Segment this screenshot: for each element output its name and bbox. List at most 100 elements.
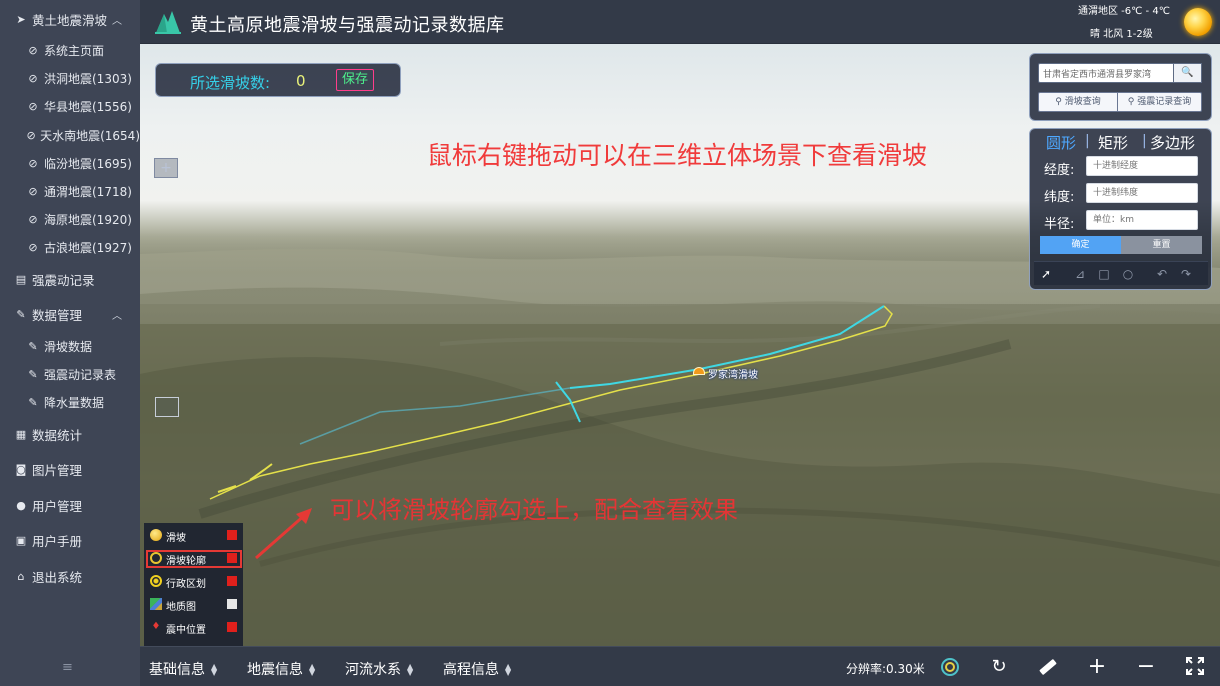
sidebar-item-users[interactable]: ● 用户管理 bbox=[0, 493, 140, 517]
sidebar-item-label: 退出系统 bbox=[32, 569, 83, 585]
weather-wind: 晴 北风 1-2级 bbox=[1090, 29, 1153, 40]
menu-toggle-icon[interactable]: ≡ bbox=[62, 660, 73, 675]
quake-record-query-button[interactable]: ⚲ 强震记录查询 bbox=[1118, 92, 1202, 112]
layer-checkbox[interactable] bbox=[227, 576, 237, 586]
longitude-input[interactable] bbox=[1086, 156, 1198, 176]
sidebar-item-tianshuinan[interactable]: ⊘ 天水南地震(1654) bbox=[0, 123, 140, 147]
radius-label: 半径: bbox=[1044, 217, 1075, 232]
sidebar-item-strong-motion-table[interactable]: ✎ 强震动记录表 bbox=[0, 362, 140, 386]
sidebar-item-label: 数据统计 bbox=[32, 427, 83, 443]
sidebar-item-label: 滑坡数据 bbox=[44, 339, 93, 354]
compass-icon: ⊘ bbox=[26, 128, 36, 142]
compass-icon: ⊘ bbox=[28, 99, 38, 113]
app-root: ➤ 黄土地震滑坡 ︿ ⊘ 系统主页面 ⊘ 洪洞地震(1303) ⊘ 华县地震(1… bbox=[0, 0, 1220, 686]
sidebar-item-logout[interactable]: ⌂ 退出系统 bbox=[0, 564, 140, 588]
sidebar-item-label: 系统主页面 bbox=[44, 43, 105, 58]
sidebar-item-label: 用户管理 bbox=[32, 498, 83, 514]
selected-count-panel: 所选滑坡数: 0 保存 bbox=[155, 63, 401, 97]
tab-circle[interactable]: 圆形 bbox=[1046, 132, 1076, 153]
draw-rectangle-icon[interactable]: □ bbox=[1096, 266, 1112, 282]
longitude-label: 经度: bbox=[1044, 163, 1075, 178]
compass-reset-icon[interactable] bbox=[939, 656, 961, 678]
radius-input[interactable] bbox=[1086, 210, 1198, 230]
home-icon: ⌂ bbox=[17, 569, 25, 583]
sidebar-item-label: 天水南地震(1654) bbox=[40, 128, 140, 143]
sidebar-item-label: 古浪地震(1927) bbox=[44, 240, 132, 255]
layer-checkbox[interactable] bbox=[227, 530, 237, 540]
sidebar-item-data-management[interactable]: ✎ 数据管理 ︿ bbox=[0, 302, 140, 326]
menu-elevation-info[interactable]: 高程信息 ▲ ▼ bbox=[443, 659, 511, 679]
compass-icon: ⊘ bbox=[28, 184, 38, 198]
legend-item-geologic-map[interactable]: 地质图 bbox=[144, 595, 243, 615]
geologic-map-icon bbox=[150, 598, 162, 610]
sidebar-item-label: 降水量数据 bbox=[44, 395, 105, 410]
legend-label: 震中位置 bbox=[166, 625, 206, 636]
sidebar-item-landslide-data[interactable]: ✎ 滑坡数据 bbox=[0, 334, 140, 358]
reset-button[interactable]: 重置 bbox=[1121, 236, 1202, 254]
legend-label: 地质图 bbox=[166, 602, 196, 613]
sidebar-item-hongdong[interactable]: ⊘ 洪洞地震(1303) bbox=[0, 66, 140, 90]
search-icon: ⚲ bbox=[1127, 97, 1138, 107]
legend-item-landslide[interactable]: 滑坡 bbox=[144, 526, 243, 546]
legend-item-admin-division[interactable]: 行政区划 bbox=[144, 572, 243, 592]
compass-icon: ⊘ bbox=[28, 212, 38, 226]
save-button[interactable]: 保存 bbox=[336, 69, 374, 91]
menu-label: 高程信息 bbox=[443, 662, 499, 678]
sidebar-item-linfen[interactable]: ⊘ 临汾地震(1695) bbox=[0, 151, 140, 175]
layer-checkbox[interactable] bbox=[227, 622, 237, 632]
page-title: 黄土高原地震滑坡与强震动记录数据库 bbox=[190, 15, 505, 36]
legend-item-epicenter[interactable]: ♦ 震中位置 bbox=[144, 618, 243, 638]
sidebar-item-tongwei[interactable]: ⊘ 通渭地震(1718) bbox=[0, 179, 140, 203]
menu-earthquake-info[interactable]: 地震信息 ▲ ▼ bbox=[247, 659, 315, 679]
location-search-input[interactable] bbox=[1038, 63, 1174, 83]
latitude-input[interactable] bbox=[1086, 183, 1198, 203]
sidebar-item-home[interactable]: ⊘ 系统主页面 bbox=[0, 38, 140, 62]
compass-icon: ⊘ bbox=[28, 43, 38, 57]
sidebar-item-gulang[interactable]: ⊘ 古浪地震(1927) bbox=[0, 235, 140, 259]
layer-checkbox[interactable] bbox=[227, 599, 237, 609]
sidebar-item-images[interactable]: ◙ 图片管理 bbox=[0, 457, 140, 481]
measure-ruler-icon[interactable] bbox=[1037, 656, 1059, 678]
sidebar-item-label: 华县地震(1556) bbox=[44, 99, 132, 114]
draw-line-icon[interactable]: ⊿ bbox=[1072, 266, 1088, 282]
search-icon: ⚲ bbox=[1055, 97, 1065, 107]
selected-count-value: 0 bbox=[296, 72, 306, 90]
camera-icon: ◙ bbox=[15, 462, 27, 476]
sidebar-item-huaxian[interactable]: ⊘ 华县地震(1556) bbox=[0, 94, 140, 118]
sidebar-item-statistics[interactable]: ▦ 数据统计 bbox=[0, 422, 140, 446]
compass-icon: ⊘ bbox=[28, 156, 38, 170]
landslide-marker-icon[interactable] bbox=[693, 367, 705, 375]
zoom-out-icon[interactable]: − bbox=[1135, 656, 1157, 678]
sidebar-item-label: 海原地震(1920) bbox=[44, 212, 132, 227]
sort-arrows-icon: ▲ ▼ bbox=[211, 662, 218, 677]
menu-basic-info[interactable]: 基础信息 ▲ ▼ bbox=[149, 659, 217, 679]
chevron-up-icon: ︿ bbox=[112, 310, 122, 322]
redo-icon[interactable]: ↷ bbox=[1178, 266, 1194, 282]
sidebar-item-loess-landslides[interactable]: ➤ 黄土地震滑坡 ︿ bbox=[0, 7, 140, 31]
sidebar-item-label: 强震动记录 bbox=[32, 272, 95, 288]
legend-label: 行政区划 bbox=[166, 579, 206, 590]
sunny-weather-icon bbox=[1184, 8, 1212, 36]
refresh-icon[interactable]: ↻ bbox=[988, 656, 1010, 678]
confirm-button[interactable]: 确定 bbox=[1040, 236, 1121, 254]
map-viewport[interactable]: 所选滑坡数: 0 保存 + 鼠标右键拖动可以在三维立体场景下查看滑坡 可以将滑坡… bbox=[140, 44, 1220, 646]
search-icon[interactable]: 🔍 bbox=[1174, 63, 1202, 83]
zoom-in-icon[interactable]: + bbox=[1086, 656, 1108, 678]
undo-icon[interactable]: ↶ bbox=[1154, 266, 1170, 282]
landslide-label[interactable]: 罗家湾滑坡 bbox=[708, 366, 758, 381]
tab-polygon[interactable]: 多边形 bbox=[1150, 132, 1195, 153]
sidebar-item-haiyuan[interactable]: ⊘ 海原地震(1920) bbox=[0, 207, 140, 231]
map-layer-toggle-button[interactable] bbox=[155, 397, 179, 417]
landslide-query-button[interactable]: ⚲ 滑坡查询 bbox=[1038, 92, 1118, 112]
pointer-icon[interactable]: ➚ bbox=[1038, 266, 1054, 282]
menu-river-system[interactable]: 河流水系 ▲ ▼ bbox=[345, 659, 413, 679]
draw-circle-icon[interactable]: ○ bbox=[1120, 266, 1136, 282]
tab-separator: | bbox=[1085, 133, 1090, 149]
fullscreen-icon[interactable] bbox=[1184, 656, 1206, 678]
map-zoom-in-button[interactable]: + bbox=[154, 158, 178, 178]
sidebar-item-precipitation[interactable]: ✎ 降水量数据 bbox=[0, 390, 140, 414]
tab-rectangle[interactable]: 矩形 bbox=[1098, 132, 1128, 153]
sidebar-item-manual[interactable]: ▣ 用户手册 bbox=[0, 528, 140, 552]
sidebar-item-label: 数据管理 bbox=[32, 307, 83, 323]
sidebar-item-strong-motion[interactable]: ▤ 强震动记录 bbox=[0, 267, 140, 291]
